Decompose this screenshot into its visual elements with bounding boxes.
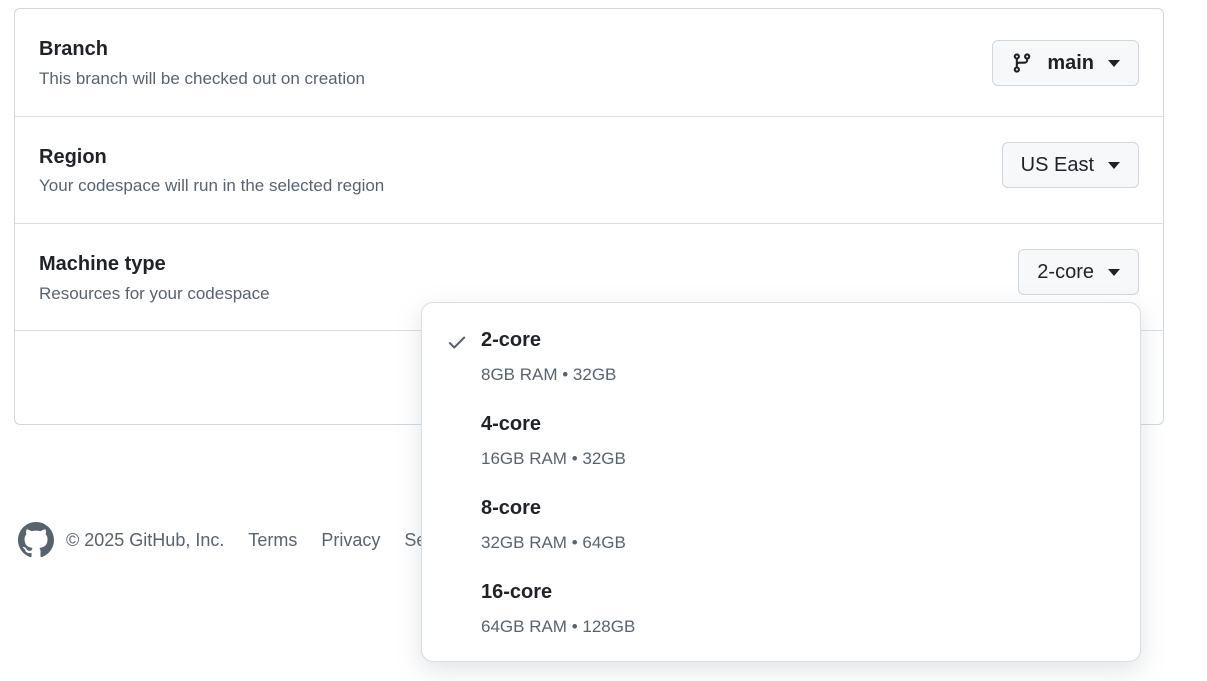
machine-option-4-core[interactable]: 4-core 16GB RAM • 32GB xyxy=(422,403,1140,487)
machine-option-specs: 8GB RAM • 32GB xyxy=(481,365,617,384)
machine-type-setting-description: Resources for your codespace xyxy=(39,284,270,303)
machine-type-select-value: 2-core xyxy=(1037,260,1094,283)
machine-type-setting-title: Machine type xyxy=(39,253,166,275)
region-setting-title: Region xyxy=(39,146,107,168)
github-logo-icon[interactable] xyxy=(18,522,54,558)
machine-type-select-button[interactable]: 2-core xyxy=(1018,249,1139,295)
caret-down-icon xyxy=(1108,161,1120,169)
branch-setting-description: This branch will be checked out on creat… xyxy=(39,69,366,88)
machine-option-title: 16-core xyxy=(481,581,553,603)
machine-option-title: 4-core xyxy=(481,413,542,435)
region-setting-description: Your codespace will run in the selected … xyxy=(39,176,385,195)
footer-copyright: © 2025 GitHub, Inc. xyxy=(66,529,225,550)
page: Branch This branch will be checked out o… xyxy=(0,0,1207,681)
region-select-button[interactable]: US East xyxy=(1001,142,1139,188)
machine-option-specs: 32GB RAM • 64GB xyxy=(481,533,626,552)
branch-setting-row: Branch This branch will be checked out o… xyxy=(15,9,1163,117)
caret-down-icon xyxy=(1108,268,1120,276)
machine-option-16-core[interactable]: 16-core 64GB RAM • 128GB xyxy=(422,571,1140,655)
branch-select-button[interactable]: main xyxy=(992,40,1139,86)
machine-option-2-core[interactable]: 2-core 8GB RAM • 32GB xyxy=(422,319,1140,403)
machine-option-specs: 16GB RAM • 32GB xyxy=(481,449,626,468)
branch-select-value: main xyxy=(1047,51,1094,74)
check-icon xyxy=(446,331,468,353)
machine-option-title: 8-core xyxy=(481,497,542,519)
machine-type-dropdown-menu: 2-core 8GB RAM • 32GB 4-core 16GB RAM • … xyxy=(421,302,1141,662)
caret-down-icon xyxy=(1108,59,1120,67)
footer: © 2025 GitHub, Inc. Terms Privacy Sec xyxy=(18,522,459,558)
machine-option-title: 2-core xyxy=(481,329,542,351)
region-select-value: US East xyxy=(1020,153,1094,176)
machine-option-8-core[interactable]: 8-core 32GB RAM • 64GB xyxy=(422,487,1140,571)
branch-setting-title: Branch xyxy=(39,38,108,60)
footer-link-privacy[interactable]: Privacy xyxy=(321,530,380,551)
git-branch-icon xyxy=(1011,51,1033,75)
footer-link-terms[interactable]: Terms xyxy=(248,530,297,551)
region-setting-row: Region Your codespace will run in the se… xyxy=(15,117,1163,224)
machine-option-specs: 64GB RAM • 128GB xyxy=(481,617,636,636)
